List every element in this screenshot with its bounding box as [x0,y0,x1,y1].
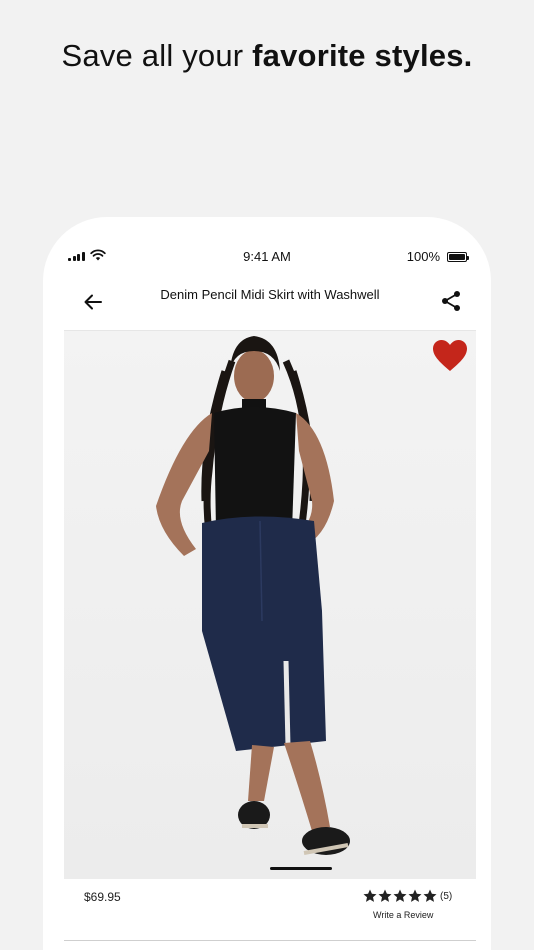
phone-frame: 9:41 AM 100% Denim Pencil Midi Skirt wit… [43,217,491,950]
headline: Save all your favorite styles. [0,38,534,74]
write-review-link[interactable]: Write a Review [373,910,433,920]
star-icon [393,889,407,902]
page-title: Denim Pencil Midi Skirt with Washwell [160,287,380,302]
product-image[interactable] [64,331,476,879]
heart-icon[interactable] [432,339,468,373]
review-count[interactable]: (5) [440,891,452,902]
star-icon [363,889,377,902]
star-rating: (5) [363,889,452,903]
battery-percent: 100% [406,249,440,264]
model-photo [64,331,476,879]
product-price: $69.95 [84,890,121,904]
star-icon [378,889,392,902]
star-icon [423,889,437,902]
share-icon[interactable] [440,289,462,313]
battery-icon [447,252,469,262]
headline-bold: favorite styles. [252,38,473,73]
status-bar: 9:41 AM 100% [43,247,491,267]
product-nav-bar: Denim Pencil Midi Skirt with Washwell [64,277,476,331]
star-icon [408,889,422,902]
divider [64,940,476,941]
home-indicator [270,867,332,870]
headline-regular: Save all your [61,38,253,73]
